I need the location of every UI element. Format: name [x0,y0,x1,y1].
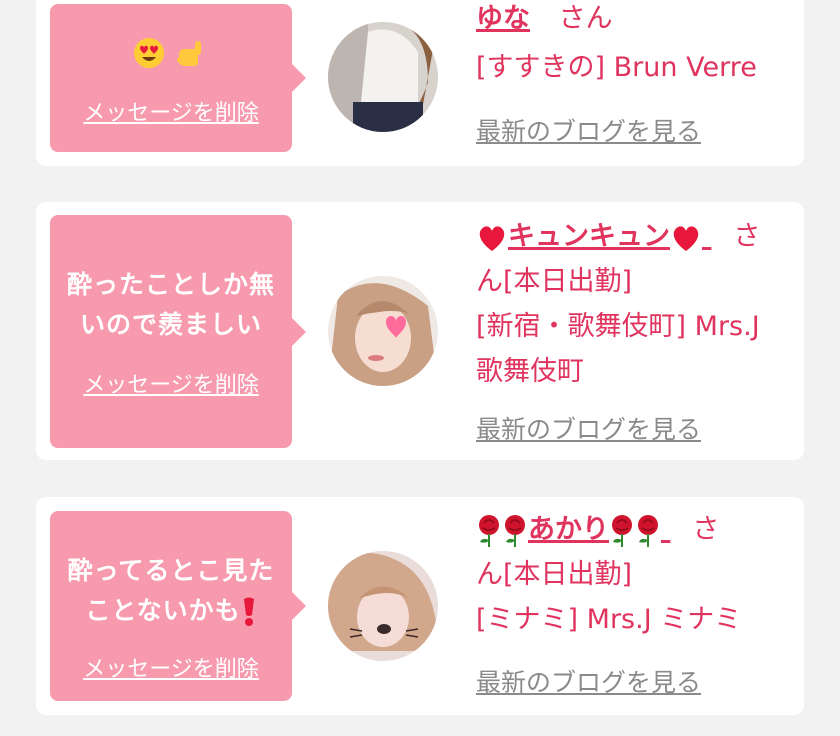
photo-avatar [328,551,438,661]
shop-name: 歌舞伎町 [476,356,584,387]
message-line: いので羨ましい [79,310,262,339]
shop-name: [すすきの] Brun Verre [476,52,757,83]
red-heart-emoji [673,225,699,251]
girl-info: あかり さ ん[本日出勤] [ミナミ] Mrs.J ミナミ [476,507,786,642]
girl-name-link[interactable]: キュンキュン [476,221,711,252]
rose-emoji [505,514,525,547]
message-line: ことないかも [50,591,292,631]
girl-card: メッセージを削除 ゆな さん [すすきの] Brun Verre 最新のブログを… [36,0,804,166]
message-line: 酔ったことしか無 [66,270,275,299]
girl-name-link[interactable]: ゆな [476,3,530,34]
red-exclamation-emoji [243,597,254,626]
message-line: 酔ってるとこ見た [67,556,275,585]
photo-avatar [328,22,438,132]
honorific: さん [558,3,613,34]
message-text: 酔ったことしか無 いので羨ましい [50,265,292,345]
girl-card: 酔ったことしか無 いので羨ましい メッセージを削除 キュンキュン さ ん[本日出… [36,202,804,460]
red-heart-emoji [479,225,505,251]
avatar[interactable] [328,276,438,386]
honorific: さ [692,514,720,545]
photo-avatar [328,276,438,386]
message-text: 酔ってるとこ見た ことないかも [50,551,292,631]
girl-info: ゆな さん [すすきの] Brun Verre [476,0,786,90]
message-bubble: 酔ったことしか無 いので羨ましい メッセージを削除 [50,215,306,448]
message-bubble: 酔ってるとこ見た ことないかも メッセージを削除 [50,511,306,701]
latest-blog-link[interactable]: 最新のブログを見る [476,663,701,699]
delete-message-link[interactable]: メッセージを削除 [50,367,292,399]
latest-blog-link[interactable]: 最新のブログを見る [476,112,701,148]
avatar[interactable] [328,22,438,132]
rose-emoji [612,514,632,547]
delete-message-link[interactable]: メッセージを削除 [50,651,292,683]
call-me-hand-emoji [176,41,201,66]
avatar[interactable] [328,551,438,661]
shop-name: [新宿・歌舞伎町] Mrs.J [476,311,760,342]
latest-blog-link[interactable]: 最新のブログを見る [476,410,701,446]
message-text [50,32,292,72]
attendance-status: ん[本日出勤] [476,559,633,590]
shop-name: [ミナミ] Mrs.J ミナミ [476,604,742,635]
girl-card: 酔ってるとこ見た ことないかも メッセージを削除 あかり さ ん[本日出勤] [… [36,497,804,715]
delete-message-link[interactable]: メッセージを削除 [50,95,292,127]
girl-name-link[interactable]: あかり [476,514,670,547]
girl-info: キュンキュン さ ん[本日出勤] [新宿・歌舞伎町] Mrs.J 歌舞伎町 [476,214,786,394]
favorite-girls-list: メッセージを削除 ゆな さん [すすきの] Brun Verre 最新のブログを… [0,0,840,736]
rose-emoji [638,514,658,547]
honorific: さ [733,221,761,252]
attendance-status: ん[本日出勤] [476,266,633,297]
heart-eyes-emoji [134,38,165,68]
rose-emoji [479,514,499,547]
message-bubble: メッセージを削除 [50,4,306,152]
